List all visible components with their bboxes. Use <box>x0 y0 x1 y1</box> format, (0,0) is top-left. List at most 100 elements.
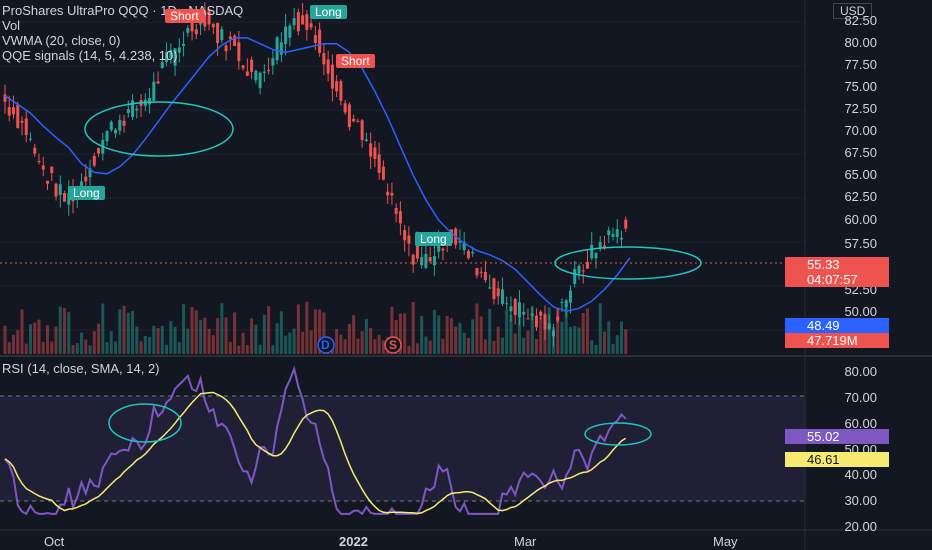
candle-body <box>466 250 470 259</box>
volume-bar <box>492 340 496 354</box>
candle-body <box>216 22 220 44</box>
volume-bar <box>407 345 411 354</box>
candle-body <box>182 44 186 47</box>
volume-bar <box>381 340 385 354</box>
volume-bar <box>624 329 628 354</box>
volume-bar <box>356 338 360 354</box>
candle-body <box>577 265 581 274</box>
volume-bar <box>24 343 28 354</box>
volume-bar <box>296 304 300 354</box>
candle-body <box>241 65 245 69</box>
short-signal: Short <box>336 54 375 68</box>
rsi-scale-label: 80.00 <box>844 364 877 379</box>
candle-body <box>275 37 279 61</box>
candle-body <box>534 315 538 328</box>
long-signal: Long <box>68 186 105 200</box>
candle-body <box>369 143 373 157</box>
price-scale-label: 77.50 <box>844 57 877 72</box>
price-scale-label: 72.50 <box>844 101 877 116</box>
candle-body <box>237 42 241 62</box>
volume-bar <box>594 344 598 354</box>
volume-bar <box>513 333 517 354</box>
volume-bar <box>581 312 585 354</box>
volume-bar <box>279 311 283 354</box>
volume-bar <box>505 309 509 354</box>
candle-body <box>301 15 305 25</box>
candle-body <box>326 59 330 74</box>
candle-body <box>194 29 198 35</box>
candle-body <box>607 230 611 236</box>
volume-bar <box>271 345 275 354</box>
candle-body <box>292 18 296 26</box>
candle-body <box>403 230 407 241</box>
rsi-band <box>0 396 805 501</box>
candle-body <box>390 192 394 196</box>
volume-bar <box>126 312 130 354</box>
candle-body <box>330 64 334 89</box>
candle-body <box>420 257 424 266</box>
long-signal: Long <box>415 232 452 246</box>
vwma-value-badge: 48.49 <box>785 318 889 333</box>
rsi-scale-label: 70.00 <box>844 390 877 405</box>
volume-bar <box>500 337 504 354</box>
volume-bar <box>237 345 241 354</box>
volume-bar <box>118 309 122 354</box>
candle-body <box>12 107 16 115</box>
volume-bar <box>84 339 88 354</box>
volume-bar <box>288 332 292 354</box>
candle-body <box>220 29 224 41</box>
symbol-legend[interactable]: ProShares UltraPro QQQ · 1D · NASDAQ <box>2 4 243 17</box>
price-scale-label: 60.00 <box>844 212 877 227</box>
rsi-legend[interactable]: RSI (14, close, SMA, 14, 2) <box>2 362 160 375</box>
vwma-legend[interactable]: VWMA (20, close, 0) <box>2 34 120 47</box>
candle-body <box>619 237 623 240</box>
volume-bar <box>75 343 79 354</box>
volume-bar <box>216 317 220 354</box>
volume-bar <box>441 338 445 354</box>
volume-bar <box>80 332 84 354</box>
volume-bar <box>301 331 305 354</box>
candle-body <box>118 119 122 131</box>
candle-body <box>20 120 24 123</box>
candle-body <box>539 311 543 316</box>
candle-body <box>411 254 415 265</box>
candle-body <box>126 109 130 113</box>
countdown-badge: 04:07:57 <box>785 272 889 287</box>
candle-body <box>373 147 377 159</box>
candle-body <box>322 53 326 65</box>
volume-bar <box>403 313 407 354</box>
split-marker-label: S <box>389 338 398 352</box>
volume-bar <box>92 331 96 354</box>
candle-body <box>24 118 28 136</box>
candle-body <box>309 23 313 28</box>
candle-body <box>84 176 88 182</box>
candle-body <box>228 36 232 40</box>
candle-body <box>500 289 504 304</box>
candle-body <box>386 191 390 196</box>
volume-bar <box>177 342 181 354</box>
volume-bar <box>211 335 215 354</box>
volume-value-badge: 47.719M <box>785 333 889 348</box>
qqe-legend[interactable]: QQE signals (14, 5, 4.238, 10) <box>2 49 178 62</box>
volume-bar <box>373 339 377 354</box>
volume-bar <box>224 317 228 354</box>
candle-body <box>573 268 577 285</box>
time-label-may: May <box>713 534 738 549</box>
candle-body <box>364 139 368 141</box>
candle-body <box>517 302 521 318</box>
candle-body <box>50 166 54 173</box>
volume-bar <box>63 308 67 354</box>
volume-bar <box>347 324 351 354</box>
volume-bar <box>458 322 462 354</box>
volume-bar <box>97 323 101 354</box>
volume-bar <box>369 327 373 354</box>
volume-bar <box>590 340 594 354</box>
candle-body <box>109 121 113 131</box>
candle-body <box>288 25 292 38</box>
price-scale-label: 67.50 <box>844 145 877 160</box>
volume-bar <box>220 303 224 354</box>
volume-bar <box>483 339 487 354</box>
vol-legend[interactable]: Vol <box>2 19 20 32</box>
volume-bar <box>199 320 203 354</box>
candle-body <box>148 97 152 105</box>
